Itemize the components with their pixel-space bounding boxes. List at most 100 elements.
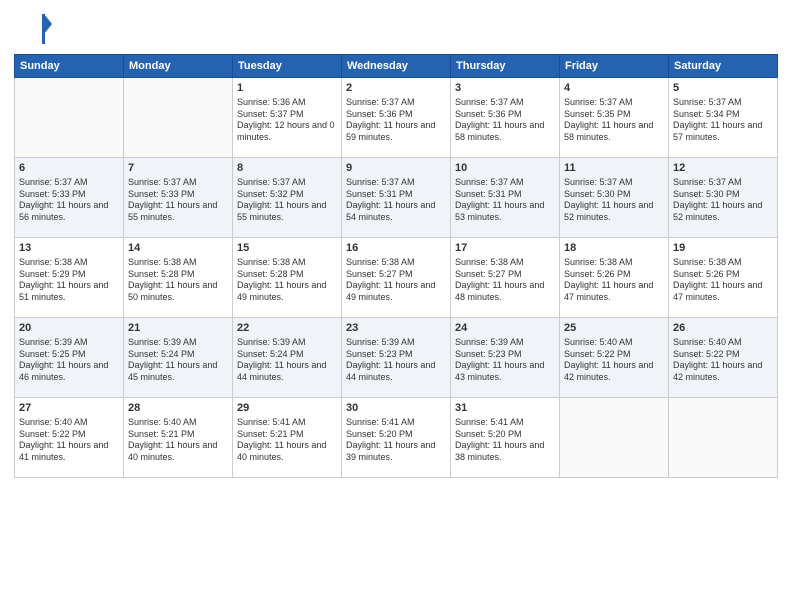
day-number: 13 (19, 241, 119, 256)
calendar-header-thursday: Thursday (451, 55, 560, 78)
cell-content: Sunrise: 5:37 AMSunset: 5:36 PMDaylight:… (346, 97, 446, 144)
calendar-cell: 23Sunrise: 5:39 AMSunset: 5:23 PMDayligh… (342, 318, 451, 398)
day-number: 10 (455, 161, 555, 176)
day-number: 3 (455, 81, 555, 96)
cell-content: Sunrise: 5:37 AMSunset: 5:30 PMDaylight:… (673, 177, 773, 224)
day-number: 17 (455, 241, 555, 256)
day-number: 19 (673, 241, 773, 256)
cell-content: Sunrise: 5:38 AMSunset: 5:27 PMDaylight:… (346, 257, 446, 304)
calendar-cell: 8Sunrise: 5:37 AMSunset: 5:32 PMDaylight… (233, 158, 342, 238)
calendar-header-tuesday: Tuesday (233, 55, 342, 78)
calendar-week-2: 6Sunrise: 5:37 AMSunset: 5:33 PMDaylight… (15, 158, 778, 238)
cell-content: Sunrise: 5:40 AMSunset: 5:22 PMDaylight:… (19, 417, 119, 464)
day-number: 6 (19, 161, 119, 176)
calendar-table: SundayMondayTuesdayWednesdayThursdayFrid… (14, 54, 778, 478)
calendar-cell: 21Sunrise: 5:39 AMSunset: 5:24 PMDayligh… (124, 318, 233, 398)
cell-content: Sunrise: 5:38 AMSunset: 5:26 PMDaylight:… (564, 257, 664, 304)
cell-content: Sunrise: 5:37 AMSunset: 5:30 PMDaylight:… (564, 177, 664, 224)
calendar-cell: 2Sunrise: 5:37 AMSunset: 5:36 PMDaylight… (342, 78, 451, 158)
calendar-cell: 11Sunrise: 5:37 AMSunset: 5:30 PMDayligh… (560, 158, 669, 238)
calendar-header-monday: Monday (124, 55, 233, 78)
header (14, 10, 778, 48)
day-number: 2 (346, 81, 446, 96)
day-number: 14 (128, 241, 228, 256)
cell-content: Sunrise: 5:39 AMSunset: 5:23 PMDaylight:… (346, 337, 446, 384)
calendar-header-saturday: Saturday (669, 55, 778, 78)
cell-content: Sunrise: 5:41 AMSunset: 5:20 PMDaylight:… (455, 417, 555, 464)
day-number: 22 (237, 321, 337, 336)
calendar-header-wednesday: Wednesday (342, 55, 451, 78)
cell-content: Sunrise: 5:37 AMSunset: 5:31 PMDaylight:… (455, 177, 555, 224)
day-number: 20 (19, 321, 119, 336)
cell-content: Sunrise: 5:38 AMSunset: 5:29 PMDaylight:… (19, 257, 119, 304)
day-number: 9 (346, 161, 446, 176)
cell-content: Sunrise: 5:37 AMSunset: 5:35 PMDaylight:… (564, 97, 664, 144)
cell-content: Sunrise: 5:41 AMSunset: 5:20 PMDaylight:… (346, 417, 446, 464)
calendar-week-1: 1Sunrise: 5:36 AMSunset: 5:37 PMDaylight… (15, 78, 778, 158)
calendar-cell: 29Sunrise: 5:41 AMSunset: 5:21 PMDayligh… (233, 398, 342, 478)
calendar-cell: 7Sunrise: 5:37 AMSunset: 5:33 PMDaylight… (124, 158, 233, 238)
calendar-cell: 14Sunrise: 5:38 AMSunset: 5:28 PMDayligh… (124, 238, 233, 318)
calendar-week-3: 13Sunrise: 5:38 AMSunset: 5:29 PMDayligh… (15, 238, 778, 318)
calendar-cell: 25Sunrise: 5:40 AMSunset: 5:22 PMDayligh… (560, 318, 669, 398)
day-number: 30 (346, 401, 446, 416)
cell-content: Sunrise: 5:37 AMSunset: 5:31 PMDaylight:… (346, 177, 446, 224)
calendar-header-sunday: Sunday (15, 55, 124, 78)
calendar-cell: 4Sunrise: 5:37 AMSunset: 5:35 PMDaylight… (560, 78, 669, 158)
day-number: 5 (673, 81, 773, 96)
cell-content: Sunrise: 5:40 AMSunset: 5:21 PMDaylight:… (128, 417, 228, 464)
calendar-cell: 16Sunrise: 5:38 AMSunset: 5:27 PMDayligh… (342, 238, 451, 318)
cell-content: Sunrise: 5:37 AMSunset: 5:34 PMDaylight:… (673, 97, 773, 144)
calendar-cell: 13Sunrise: 5:38 AMSunset: 5:29 PMDayligh… (15, 238, 124, 318)
cell-content: Sunrise: 5:37 AMSunset: 5:32 PMDaylight:… (237, 177, 337, 224)
cell-content: Sunrise: 5:36 AMSunset: 5:37 PMDaylight:… (237, 97, 337, 144)
cell-content: Sunrise: 5:39 AMSunset: 5:25 PMDaylight:… (19, 337, 119, 384)
cell-content: Sunrise: 5:39 AMSunset: 5:24 PMDaylight:… (237, 337, 337, 384)
cell-content: Sunrise: 5:38 AMSunset: 5:27 PMDaylight:… (455, 257, 555, 304)
calendar-cell: 31Sunrise: 5:41 AMSunset: 5:20 PMDayligh… (451, 398, 560, 478)
logo (14, 10, 56, 48)
calendar-week-4: 20Sunrise: 5:39 AMSunset: 5:25 PMDayligh… (15, 318, 778, 398)
logo-icon (14, 10, 52, 48)
calendar-cell: 10Sunrise: 5:37 AMSunset: 5:31 PMDayligh… (451, 158, 560, 238)
calendar-cell (15, 78, 124, 158)
calendar-cell: 18Sunrise: 5:38 AMSunset: 5:26 PMDayligh… (560, 238, 669, 318)
calendar-cell: 3Sunrise: 5:37 AMSunset: 5:36 PMDaylight… (451, 78, 560, 158)
day-number: 12 (673, 161, 773, 176)
day-number: 11 (564, 161, 664, 176)
calendar-cell: 19Sunrise: 5:38 AMSunset: 5:26 PMDayligh… (669, 238, 778, 318)
calendar-header-row: SundayMondayTuesdayWednesdayThursdayFrid… (15, 55, 778, 78)
cell-content: Sunrise: 5:40 AMSunset: 5:22 PMDaylight:… (564, 337, 664, 384)
calendar-cell (669, 398, 778, 478)
day-number: 7 (128, 161, 228, 176)
day-number: 27 (19, 401, 119, 416)
calendar-cell (560, 398, 669, 478)
day-number: 25 (564, 321, 664, 336)
day-number: 28 (128, 401, 228, 416)
calendar-cell: 5Sunrise: 5:37 AMSunset: 5:34 PMDaylight… (669, 78, 778, 158)
calendar-cell: 24Sunrise: 5:39 AMSunset: 5:23 PMDayligh… (451, 318, 560, 398)
cell-content: Sunrise: 5:37 AMSunset: 5:36 PMDaylight:… (455, 97, 555, 144)
calendar-header-friday: Friday (560, 55, 669, 78)
calendar-cell: 28Sunrise: 5:40 AMSunset: 5:21 PMDayligh… (124, 398, 233, 478)
calendar-cell: 12Sunrise: 5:37 AMSunset: 5:30 PMDayligh… (669, 158, 778, 238)
calendar-cell: 6Sunrise: 5:37 AMSunset: 5:33 PMDaylight… (15, 158, 124, 238)
calendar-cell: 9Sunrise: 5:37 AMSunset: 5:31 PMDaylight… (342, 158, 451, 238)
cell-content: Sunrise: 5:41 AMSunset: 5:21 PMDaylight:… (237, 417, 337, 464)
cell-content: Sunrise: 5:39 AMSunset: 5:24 PMDaylight:… (128, 337, 228, 384)
cell-content: Sunrise: 5:40 AMSunset: 5:22 PMDaylight:… (673, 337, 773, 384)
day-number: 21 (128, 321, 228, 336)
day-number: 4 (564, 81, 664, 96)
day-number: 26 (673, 321, 773, 336)
day-number: 24 (455, 321, 555, 336)
calendar-cell: 20Sunrise: 5:39 AMSunset: 5:25 PMDayligh… (15, 318, 124, 398)
calendar-cell: 27Sunrise: 5:40 AMSunset: 5:22 PMDayligh… (15, 398, 124, 478)
calendar-cell: 22Sunrise: 5:39 AMSunset: 5:24 PMDayligh… (233, 318, 342, 398)
day-number: 15 (237, 241, 337, 256)
calendar-cell: 1Sunrise: 5:36 AMSunset: 5:37 PMDaylight… (233, 78, 342, 158)
day-number: 8 (237, 161, 337, 176)
day-number: 16 (346, 241, 446, 256)
day-number: 1 (237, 81, 337, 96)
day-number: 31 (455, 401, 555, 416)
cell-content: Sunrise: 5:38 AMSunset: 5:28 PMDaylight:… (237, 257, 337, 304)
